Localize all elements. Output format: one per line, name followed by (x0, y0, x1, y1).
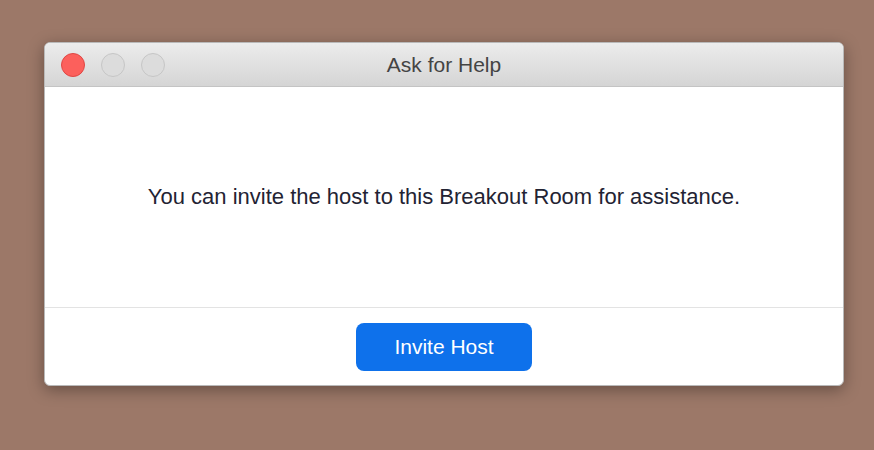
window-title: Ask for Help (387, 49, 501, 81)
close-button[interactable] (61, 53, 85, 77)
screen: Ask for Help You can invite the host to t… (0, 0, 874, 450)
invite-host-button[interactable]: Invite Host (356, 323, 532, 371)
message-text: You can invite the host to this Breakout… (148, 181, 740, 213)
window-controls (61, 53, 165, 77)
title-bar[interactable]: Ask for Help (45, 43, 843, 87)
zoom-button[interactable] (141, 53, 165, 77)
dialog-window: Ask for Help You can invite the host to t… (44, 42, 844, 386)
minimize-button[interactable] (101, 53, 125, 77)
message-area: You can invite the host to this Breakout… (45, 87, 843, 307)
button-bar: Invite Host (45, 307, 843, 385)
